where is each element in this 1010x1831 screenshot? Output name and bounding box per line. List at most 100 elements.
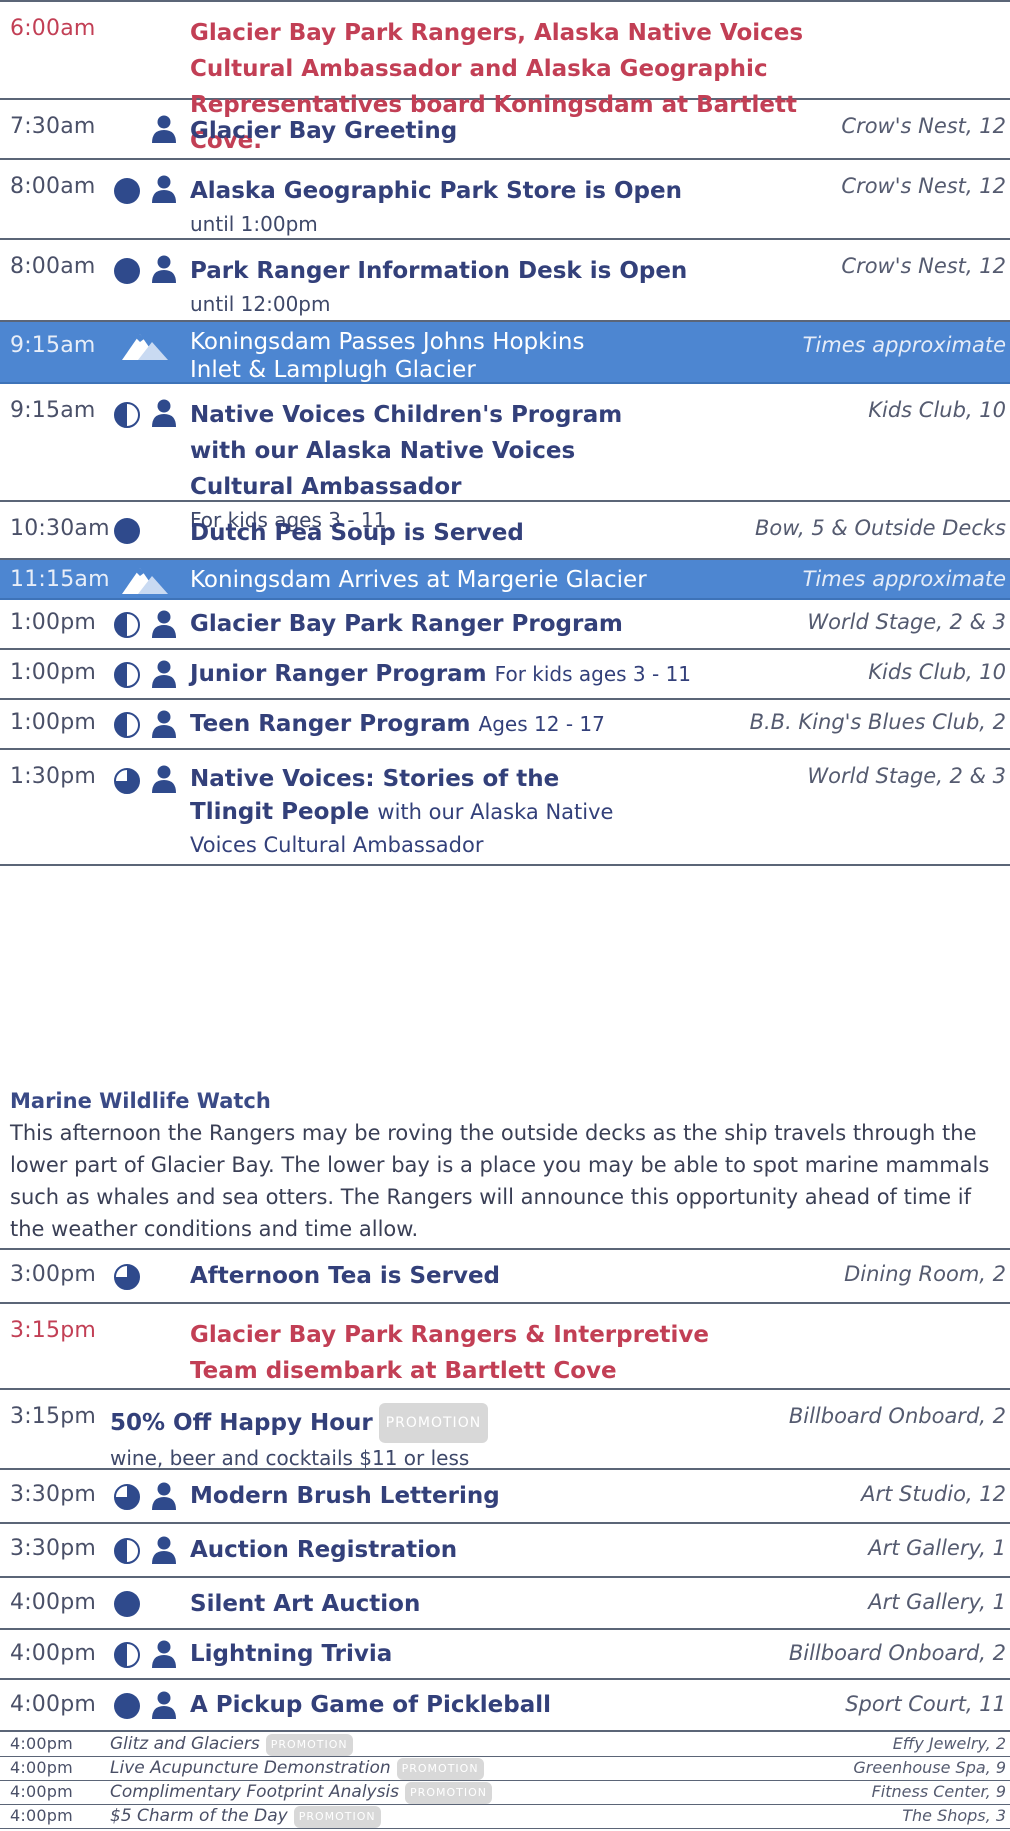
event-time: 11:15am [10,567,110,592]
schedule-row: 3:15pm Glacier Bay Park Rangers & Interp… [0,1304,1010,1390]
event-location: Art Gallery, 1 [868,1590,1006,1614]
promotion-badge: PROMOTION [378,1403,489,1443]
schedule-row: 1:00pm Teen Ranger Program Ages 12 - 17 … [0,700,1010,750]
event-title: Koningsdam Passes Johns Hopkins Inlet & … [190,329,585,383]
schedule-row: 10:30am Dutch Pea Soup is Served Bow, 5 … [0,502,1010,560]
schedule-row: 1:30pm Native Voices: Stories of the Tli… [0,750,1010,866]
event-subtext: until 12:00pm [190,292,331,316]
event-location: B.B. King's Blues Club, 2 [749,710,1006,734]
event-title: Alaska Geographic Park Store is Open unt… [190,173,682,239]
event-title-text: $5 Charm of the Day [110,1806,288,1826]
schedule-row: 4:00pm A Pickup Game of Pickleball Sport… [0,1680,1010,1732]
event-title-text: Complimentary Footprint Analysis [110,1782,400,1802]
full-circle-icon [114,1693,140,1719]
event-time: 4:00pm [10,1734,73,1753]
event-time: 1:00pm [10,710,96,735]
full-circle-icon [114,178,140,204]
three-quarter-circle-icon [114,768,140,794]
event-location: Billboard Onboard, 2 [788,1641,1006,1665]
full-circle-icon [114,518,140,544]
event-location: Crow's Nest, 12 [841,174,1006,198]
event-location: Art Studio, 12 [861,1482,1006,1506]
event-title: Modern Brush Lettering [190,1483,500,1509]
event-title: Auction Registration [190,1537,458,1563]
event-extra: For kids ages 3 - 11 [494,662,692,686]
person-icon [151,175,177,203]
event-title: Teen Ranger Program Ages 12 - 17 [190,706,605,742]
event-time: 3:15pm [10,1404,96,1429]
event-title: Koningsdam Arrives at Margerie Glacier [190,567,647,593]
event-title: Silent Art Auction [190,1591,421,1617]
person-icon [151,399,177,427]
event-title-text: Native Voices Children's Program with ou… [190,402,623,500]
event-title-text: Live Acupuncture Demonstration [110,1758,391,1778]
event-time: 4:00pm [10,1590,96,1615]
promotion-badge: PROMOTION [265,1734,353,1756]
event-title: 50% Off Happy Hour PROMOTION wine, beer a… [110,1403,489,1473]
event-time: 3:15pm [10,1318,96,1343]
event-location: Fitness Center, 9 [871,1782,1006,1801]
event-time: 3:30pm [10,1482,96,1507]
event-title: Dutch Pea Soup is Served [190,520,524,546]
event-location: Crow's Nest, 12 [841,254,1006,278]
event-time: 1:30pm [10,764,96,789]
event-location: Times approximate [802,567,1006,591]
marine-watch-title: Marine Wildlife Watch [10,1089,271,1113]
event-time: 10:30am [10,516,110,541]
promotion-badge: PROMOTION [293,1806,381,1828]
schedule-row: 4:00pm Lightning Trivia Billboard Onboar… [0,1630,1010,1680]
schedule-row: 4:00pm Complimentary Footprint Analysis PR… [0,1781,1010,1805]
event-time: 4:00pm [10,1641,96,1666]
event-subtext: wine, beer and cocktails $11 or less [110,1446,470,1470]
event-title-text: Glitz and Glaciers [110,1734,260,1754]
person-icon [151,255,177,283]
half-circle-icon [114,662,140,688]
event-time: 8:00am [10,174,96,199]
schedule-row: 9:15am Native Voices Children's Program … [0,384,1010,532]
schedule-row: 1:00pm Junior Ranger Program For kids ag… [0,650,1010,700]
event-location: Sport Court, 11 [845,1692,1006,1716]
schedule-row: 4:00pm Live Acupuncture Demonstration PROM… [0,1757,1010,1781]
mountain-icon [122,330,168,360]
schedule-row: 4:00pm Silent Art Auction Art Gallery, 1 [0,1578,1010,1630]
event-location: The Shops, 3 [902,1806,1006,1825]
event-location: Kids Club, 10 [868,398,1006,422]
half-circle-icon [114,1538,140,1564]
event-location: Dining Room, 2 [844,1262,1006,1286]
schedule-row: 4:00pm Glitz and Glaciers PROMOTION Effy Je… [0,1733,1010,1757]
event-title-text: Park Ranger Information Desk is Open [190,258,688,284]
event-time: 4:00pm [10,1806,73,1825]
full-circle-icon [114,258,140,284]
event-time: 3:00pm [10,1262,96,1287]
event-time: 4:00pm [10,1758,73,1777]
event-title: $5 Charm of the Day PROMOTION [110,1805,381,1828]
event-location: World Stage, 2 & 3 [807,764,1006,788]
daily-schedule-page: 6:00am Glacier Bay Park Rangers, Alaska … [0,0,1010,1831]
person-icon [151,1640,177,1668]
event-location: Crow's Nest, 12 [841,114,1006,138]
person-icon [151,1691,177,1719]
event-subtext: until 1:00pm [190,212,318,236]
event-time: 6:00am [10,16,96,41]
event-title: A Pickup Game of Pickleball [190,1692,552,1718]
event-time: 4:00pm [10,1692,96,1717]
marine-wildlife-watch: Marine Wildlife Watch This afternoon the… [10,1085,1000,1245]
half-circle-icon [114,712,140,738]
schedule-row: 3:30pm Auction Registration Art Gallery,… [0,1524,1010,1578]
event-title: Park Ranger Information Desk is Open unt… [190,253,687,319]
event-location: Greenhouse Spa, 9 [853,1758,1006,1777]
marine-watch-body: This afternoon the Rangers may be roving… [10,1121,990,1241]
person-icon [151,1482,177,1510]
person-icon [151,660,177,688]
event-title: Junior Ranger Program For kids ages 3 - … [190,656,691,692]
schedule-row: 3:15pm 50% Off Happy Hour PROMOTION wine,… [0,1390,1010,1470]
event-title-text: Teen Ranger Program [190,711,471,737]
event-time: 1:00pm [10,610,96,635]
event-location: Bow, 5 & Outside Decks [754,516,1006,540]
event-title-text: Junior Ranger Program [190,661,487,687]
event-title: Live Acupuncture Demonstration PROMOTION [110,1757,484,1780]
mountain-icon [122,564,168,594]
person-icon [151,610,177,638]
event-time: 9:15am [10,398,96,423]
schedule-row: 8:00am Alaska Geographic Park Store is O… [0,160,1010,240]
